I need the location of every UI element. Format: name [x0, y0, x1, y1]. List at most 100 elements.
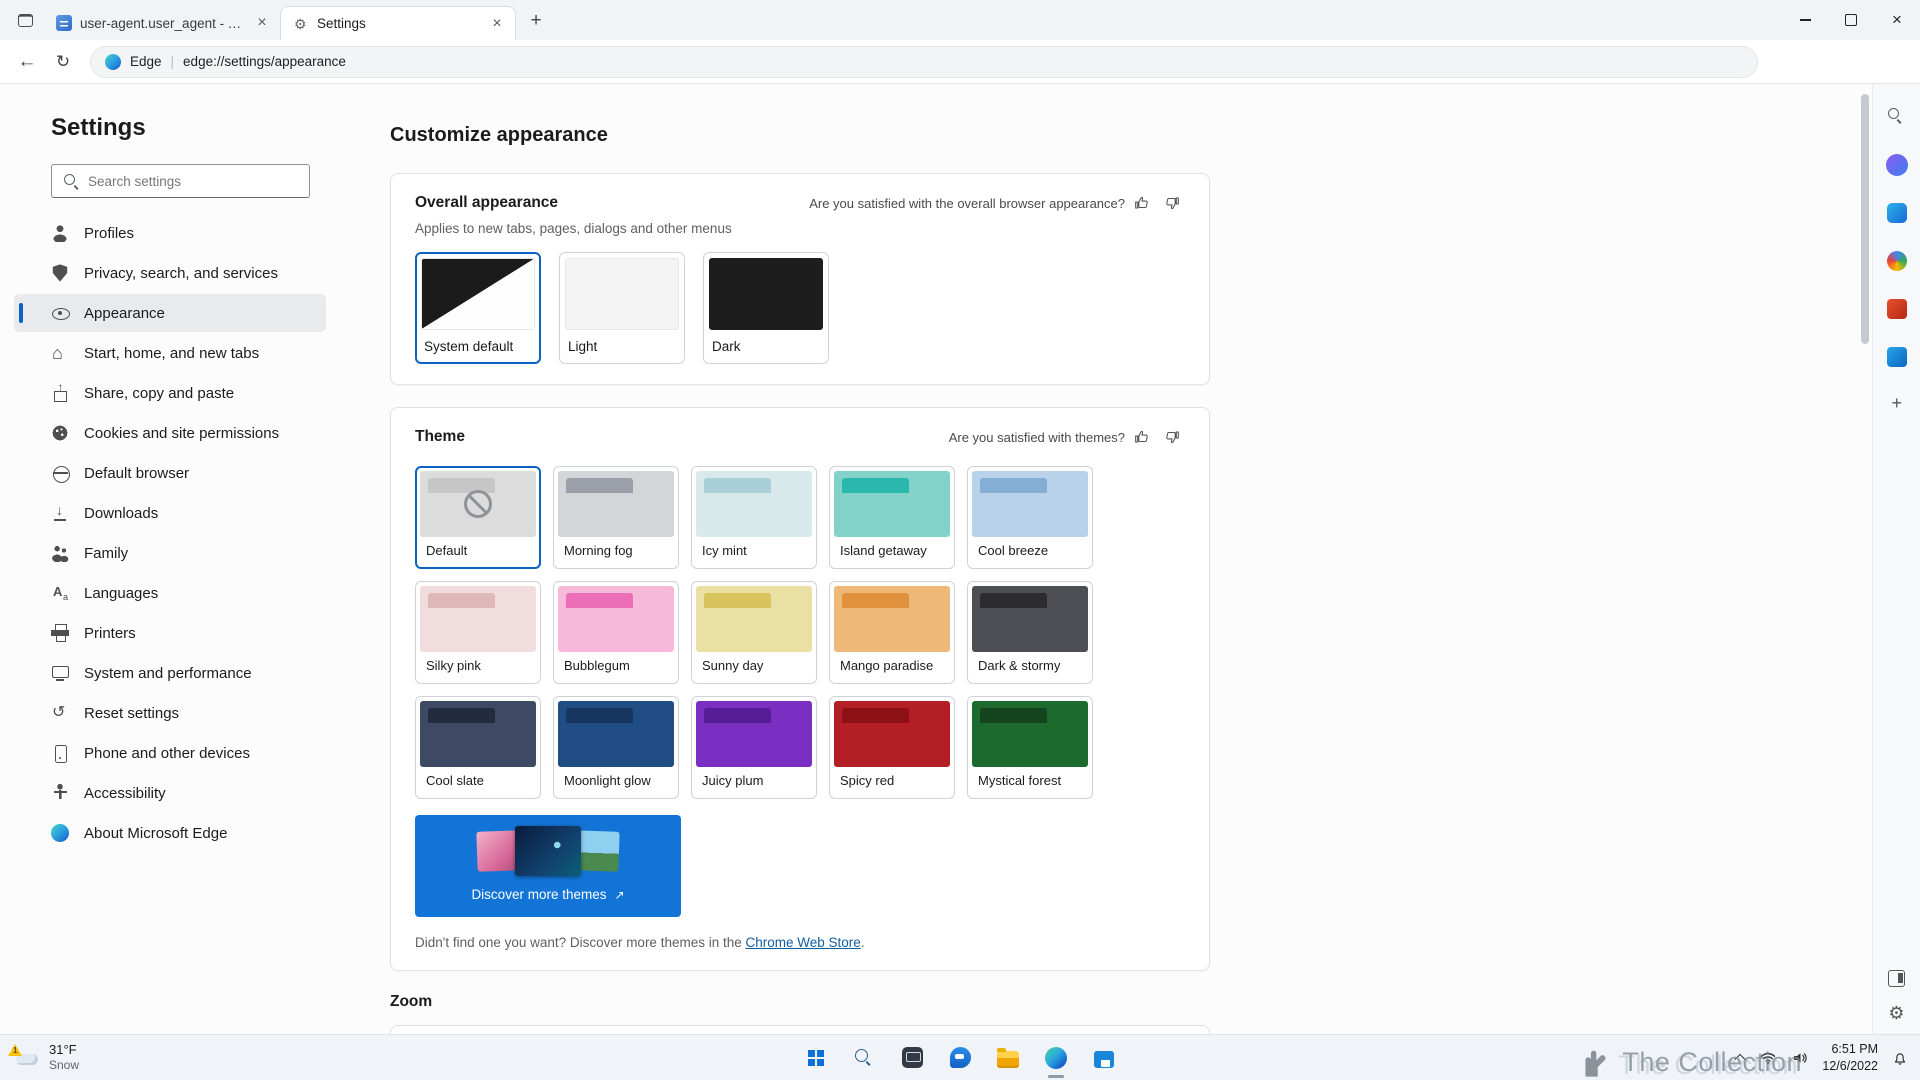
theme-option[interactable]: Mango paradise	[829, 581, 955, 684]
sidebar-item[interactable]: System and performance	[14, 654, 326, 692]
theme-option[interactable]: Moonlight glow	[553, 696, 679, 799]
sidebar-item[interactable]: Share, copy and paste	[14, 374, 326, 412]
theme-footer-period: .	[860, 935, 865, 950]
toolbar-button[interactable]	[1876, 45, 1910, 79]
theme-footer: Didn't find one you want? Discover more …	[415, 935, 1185, 950]
add-icon	[1886, 393, 1908, 416]
theme-swatch	[558, 701, 674, 767]
theme-swatch-tab	[980, 708, 1048, 723]
sidebar-item[interactable]: Cookies and site permissions	[14, 414, 326, 452]
new-tab-button[interactable]: +	[522, 7, 550, 35]
sidebar-item[interactable]: Default browser	[14, 454, 326, 492]
taskbar-app-button[interactable]	[986, 1036, 1030, 1080]
discover-more-themes-button[interactable]: Discover more themes ↗	[415, 815, 681, 917]
tab-close-icon[interactable]: ×	[252, 13, 272, 33]
taskbar-apps	[794, 1035, 1126, 1080]
sidebar-item[interactable]: Start, home, and new tabs	[14, 334, 326, 372]
theme-option[interactable]: Island getaway	[829, 466, 955, 569]
scrollbar-thumb[interactable]	[1861, 94, 1869, 344]
sidebar-item[interactable]: Reset settings	[14, 694, 326, 732]
gear-icon	[293, 16, 309, 32]
browser-tab[interactable]: Settings ×	[280, 6, 516, 40]
theme-option[interactable]: Morning fog	[553, 466, 679, 569]
theme-option[interactable]: Dark & stormy	[967, 581, 1093, 684]
maximize-button[interactable]	[1828, 0, 1874, 40]
taskbar-app-button[interactable]	[938, 1036, 982, 1080]
tab-actions-menu-icon[interactable]	[10, 5, 40, 35]
sidebar-item[interactable]: Accessibility	[14, 774, 326, 812]
system-tray: 6:51 PM 12/6/2022	[1734, 1035, 1910, 1080]
theme-option[interactable]: Sunny day	[691, 581, 817, 684]
thumbs-up-icon[interactable]	[1129, 190, 1155, 216]
volume-icon[interactable]	[1790, 1041, 1810, 1075]
theme-option[interactable]: Icy mint	[691, 466, 817, 569]
download-icon	[51, 502, 69, 522]
chrome-web-store-link[interactable]: Chrome Web Store	[746, 935, 861, 950]
appearance-option[interactable]: System default	[415, 252, 541, 364]
search-input[interactable]	[88, 173, 299, 189]
theme-swatch	[420, 471, 536, 537]
tab-close-icon[interactable]: ×	[487, 14, 507, 34]
back-icon[interactable]	[10, 45, 44, 79]
theme-option[interactable]: Juicy plum	[691, 696, 817, 799]
theme-option[interactable]: Spicy red	[829, 696, 955, 799]
panel-expand-icon[interactable]	[1888, 970, 1905, 987]
address-bar[interactable]: Edge | edge://settings/appearance	[90, 45, 1758, 78]
browser-tab[interactable]: user-agent.user_agent - The Coll ×	[44, 6, 281, 40]
theme-option[interactable]: Default	[415, 466, 541, 569]
sidebar-item[interactable]: Languages	[14, 574, 326, 612]
chevron-up-icon[interactable]	[1734, 1041, 1747, 1075]
sidebar-item[interactable]: Family	[14, 534, 326, 572]
sidebar-app-button[interactable]	[1880, 148, 1914, 182]
thumbs-up-icon[interactable]	[1129, 424, 1155, 450]
taskbar-app-button[interactable]	[1082, 1036, 1126, 1080]
page-scrollbar[interactable]	[1858, 84, 1872, 1034]
bell-icon[interactable]	[1890, 1041, 1910, 1075]
thumbs-down-icon[interactable]	[1159, 190, 1185, 216]
sidebar-settings-icon[interactable]	[1888, 1003, 1904, 1024]
theme-option[interactable]: Silky pink	[415, 581, 541, 684]
theme-option[interactable]: Bubblegum	[553, 581, 679, 684]
taskbar-app-button[interactable]	[794, 1036, 838, 1080]
sidebar-item-label: Downloads	[84, 504, 159, 522]
theme-option[interactable]: Cool breeze	[967, 466, 1093, 569]
sidebar-item[interactable]: Appearance	[14, 294, 326, 332]
weather-alert-count: 1	[13, 1045, 18, 1055]
appearance-option[interactable]: Dark	[703, 252, 829, 364]
printer-icon	[51, 624, 69, 642]
settings-search-box[interactable]	[51, 164, 310, 198]
taskbar-app-button[interactable]	[1034, 1036, 1078, 1080]
sidebar-item[interactable]: Phone and other devices	[14, 734, 326, 772]
cookie-icon	[51, 424, 69, 442]
phone-icon	[51, 744, 69, 763]
toolbar-button[interactable]	[1804, 45, 1838, 79]
appearance-option[interactable]: Light	[559, 252, 685, 364]
theme-option[interactable]: Cool slate	[415, 696, 541, 799]
theme-thumbnails	[476, 823, 620, 879]
theme-option[interactable]: Mystical forest	[967, 696, 1093, 799]
close-button[interactable]: ×	[1874, 0, 1920, 40]
minimize-button[interactable]	[1782, 0, 1828, 40]
sidebar-item[interactable]: Printers	[14, 614, 326, 652]
sidebar-item[interactable]: Downloads	[14, 494, 326, 532]
taskbar-app-button[interactable]	[890, 1036, 934, 1080]
sidebar-item[interactable]: About Microsoft Edge	[14, 814, 326, 852]
toolbar-button[interactable]	[1840, 45, 1874, 79]
sidebar-item[interactable]: Privacy, search, and services	[14, 254, 326, 292]
sidebar-app-button[interactable]	[1880, 292, 1914, 326]
taskbar-clock[interactable]: 6:51 PM 12/6/2022	[1822, 1041, 1878, 1075]
refresh-icon[interactable]	[46, 45, 80, 79]
thumbs-down-icon[interactable]	[1159, 424, 1185, 450]
weather-widget[interactable]: 1 31°F Snow	[0, 1035, 93, 1080]
taskbar-app-button[interactable]	[842, 1036, 886, 1080]
sidebar-app-button[interactable]	[1880, 244, 1914, 278]
sidebar-app-button[interactable]	[1880, 340, 1914, 374]
sidebar-item[interactable]: Profiles	[14, 214, 326, 252]
family-icon	[51, 544, 69, 562]
sidebar-app-button[interactable]	[1880, 100, 1914, 134]
sidebar-app-button[interactable]	[1880, 388, 1914, 422]
page-title: Customize appearance	[390, 124, 608, 146]
wifi-icon[interactable]	[1758, 1041, 1778, 1075]
toolbar-button[interactable]	[1768, 45, 1802, 79]
sidebar-app-button[interactable]	[1880, 196, 1914, 230]
